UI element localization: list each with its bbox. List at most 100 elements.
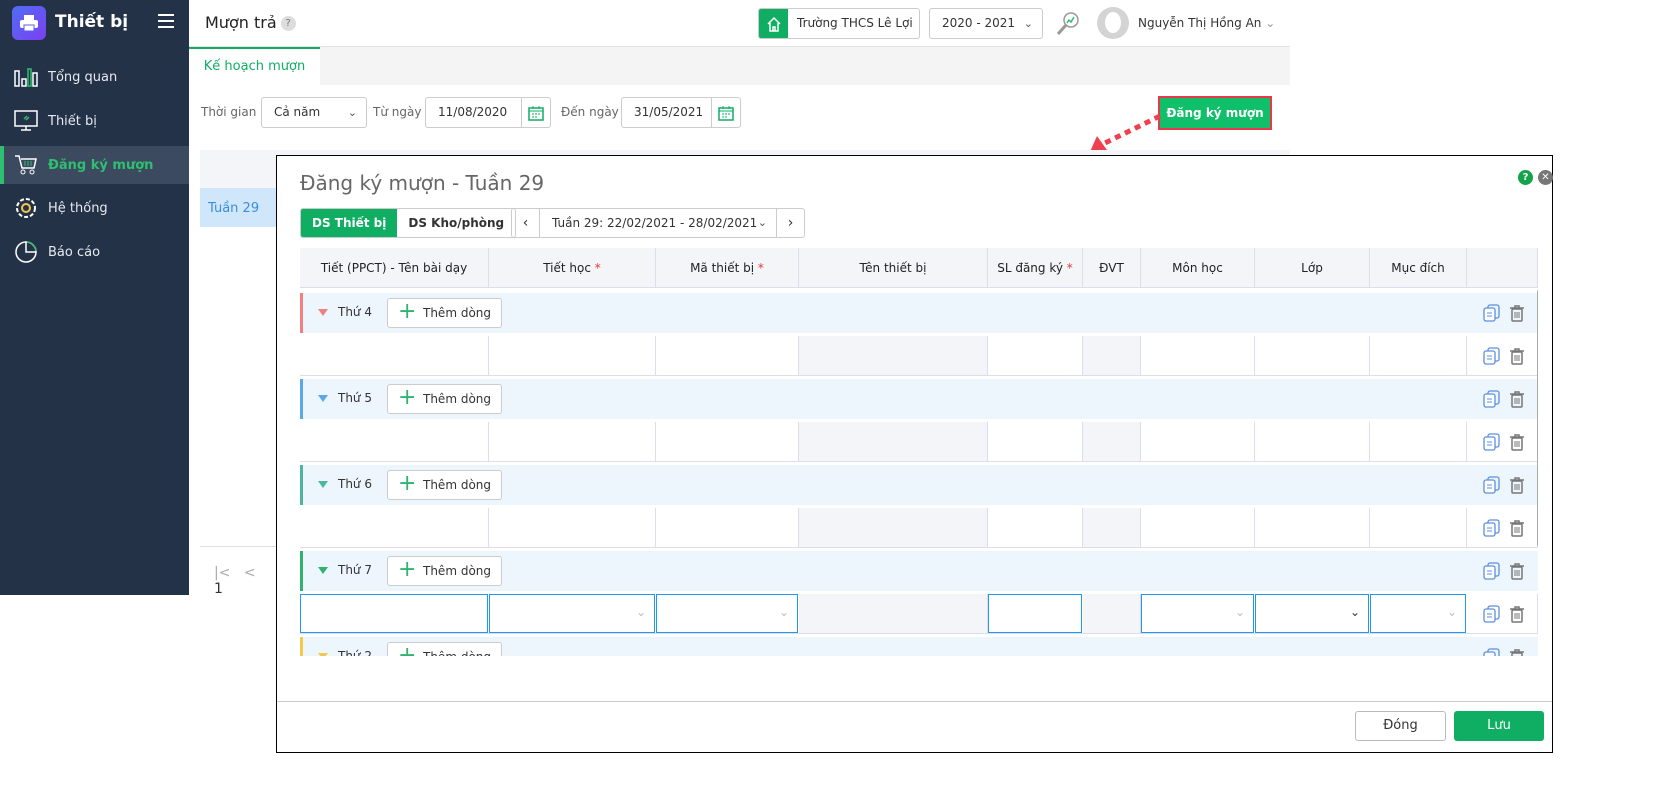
copy-icon[interactable] bbox=[1483, 476, 1501, 498]
add-row-button[interactable]: + Thêm dòng bbox=[387, 642, 502, 656]
sidebar-item-reports[interactable]: Báo cáo bbox=[0, 233, 189, 271]
trash-icon[interactable] bbox=[1509, 476, 1525, 498]
add-row-button[interactable]: + Thêm dòng bbox=[387, 298, 502, 328]
calendar-icon[interactable] bbox=[711, 98, 740, 127]
sidebar-item-devices[interactable]: Thiết bị bbox=[0, 102, 189, 140]
trash-icon[interactable] bbox=[1509, 433, 1525, 455]
grid-cell[interactable] bbox=[300, 508, 489, 547]
day-group-row: Thứ 6 + Thêm dòng bbox=[300, 465, 1538, 505]
prev-week-button[interactable]: ‹ bbox=[512, 209, 539, 237]
grid-cell[interactable] bbox=[988, 422, 1083, 461]
register-borrow-button[interactable]: Đăng ký mượn bbox=[1158, 96, 1272, 130]
collapse-triangle-icon[interactable] bbox=[318, 653, 328, 656]
trash-icon[interactable] bbox=[1509, 605, 1525, 627]
next-week-button[interactable]: › bbox=[777, 209, 804, 237]
grid-cell[interactable] bbox=[1370, 336, 1467, 375]
collapse-triangle-icon[interactable] bbox=[318, 567, 328, 574]
calendar-icon[interactable] bbox=[521, 98, 550, 127]
copy-icon[interactable] bbox=[1483, 605, 1501, 627]
sidebar-item-system[interactable]: Hệ thống bbox=[0, 189, 189, 227]
add-row-button[interactable]: + Thêm dòng bbox=[387, 556, 502, 586]
add-row-button[interactable]: + Thêm dòng bbox=[387, 384, 502, 414]
week-select[interactable]: Tuần 29: 22/02/2021 - 28/02/2021 ⌄ bbox=[539, 209, 777, 237]
copy-icon[interactable] bbox=[1483, 390, 1501, 412]
top-bar: Mượn trả? Trường THCS Lê Lợi 2020 - 2021… bbox=[189, 0, 1290, 47]
copy-icon[interactable] bbox=[1483, 562, 1501, 584]
scrollbar[interactable] bbox=[1537, 288, 1538, 548]
grid-cell[interactable] bbox=[988, 594, 1082, 633]
to-date-input[interactable]: 31/05/2021 bbox=[621, 97, 741, 128]
search-analytics-icon[interactable] bbox=[1055, 11, 1081, 41]
copy-icon[interactable] bbox=[1483, 433, 1501, 455]
trash-icon[interactable] bbox=[1509, 562, 1525, 584]
save-button[interactable]: Lưu bbox=[1454, 711, 1544, 741]
page-number[interactable]: 1 bbox=[214, 581, 223, 597]
grid-cell[interactable] bbox=[988, 336, 1083, 375]
chevron-down-icon: ⌄ bbox=[757, 216, 767, 229]
time-select[interactable]: Cả năm ⌄ bbox=[261, 97, 367, 128]
grid-cell[interactable]: ⌄ bbox=[1370, 594, 1466, 633]
collapse-triangle-icon[interactable] bbox=[318, 395, 328, 402]
copy-icon[interactable] bbox=[1483, 519, 1501, 541]
row-actions bbox=[1483, 605, 1525, 627]
data-row bbox=[300, 336, 1538, 376]
grid-cell[interactable]: ⌄ bbox=[1141, 594, 1254, 633]
grid-cell[interactable] bbox=[1255, 336, 1370, 375]
help-icon[interactable]: ? bbox=[1518, 170, 1533, 185]
segment-devices[interactable]: DS Thiết bị bbox=[301, 209, 398, 237]
trash-icon[interactable] bbox=[1509, 347, 1525, 369]
collapse-triangle-icon[interactable] bbox=[318, 309, 328, 316]
user-menu[interactable]: Nguyễn Thị Hồng An ⌄ bbox=[1138, 16, 1275, 30]
sidebar-item-register[interactable]: Đăng ký mượn bbox=[0, 146, 189, 184]
week-row[interactable]: Tuần 29 bbox=[200, 188, 277, 227]
from-date-input[interactable]: 11/08/2020 bbox=[425, 97, 551, 128]
grid-cell[interactable] bbox=[489, 508, 656, 547]
close-icon[interactable]: ✕ bbox=[1538, 170, 1553, 185]
day-color-bar bbox=[300, 551, 303, 591]
grid-cell[interactable] bbox=[489, 336, 656, 375]
grid-cell[interactable] bbox=[656, 422, 799, 461]
trash-icon[interactable] bbox=[1509, 390, 1525, 412]
day-label: Thứ 2 bbox=[338, 649, 372, 656]
grid-cell[interactable] bbox=[988, 508, 1083, 547]
add-row-button[interactable]: + Thêm dòng bbox=[387, 470, 502, 500]
segment-rooms[interactable]: DS Kho/phòng bbox=[397, 209, 515, 237]
copy-icon[interactable] bbox=[1483, 347, 1501, 369]
trash-icon[interactable] bbox=[1509, 648, 1525, 656]
prev-page-icon[interactable]: < bbox=[244, 565, 256, 581]
grid-cell bbox=[799, 422, 988, 461]
hamburger-menu-icon[interactable] bbox=[158, 14, 174, 28]
first-page-icon[interactable]: |< bbox=[214, 565, 230, 581]
trash-icon[interactable] bbox=[1509, 304, 1525, 326]
grid-cell[interactable] bbox=[1370, 508, 1467, 547]
grid-cell[interactable] bbox=[1255, 508, 1370, 547]
grid-cell[interactable]: ⌄ bbox=[656, 594, 798, 633]
grid-cell[interactable] bbox=[656, 336, 799, 375]
grid-cell[interactable] bbox=[1141, 422, 1255, 461]
grid-cell[interactable] bbox=[300, 422, 489, 461]
collapse-triangle-icon[interactable] bbox=[318, 481, 328, 488]
grid-cell[interactable] bbox=[300, 594, 488, 633]
grid-cell[interactable] bbox=[656, 508, 799, 547]
grid-cell[interactable] bbox=[1141, 336, 1255, 375]
grid-cell[interactable]: ⌄ bbox=[489, 594, 655, 633]
column-header-label: Lớp bbox=[1301, 261, 1323, 275]
sidebar-item-overview[interactable]: Tổng quan bbox=[0, 58, 189, 96]
copy-icon[interactable] bbox=[1483, 304, 1501, 326]
tab-borrow-plan[interactable]: Kế hoạch mượn bbox=[189, 47, 320, 85]
user-name: Nguyễn Thị Hồng An bbox=[1138, 16, 1262, 30]
year-select[interactable]: 2020 - 2021 ⌄ bbox=[929, 8, 1043, 39]
school-selector[interactable]: Trường THCS Lê Lợi bbox=[758, 8, 920, 39]
home-icon bbox=[759, 9, 788, 38]
trash-icon[interactable] bbox=[1509, 519, 1525, 541]
grid-cell[interactable] bbox=[300, 336, 489, 375]
close-button[interactable]: Đóng bbox=[1355, 711, 1446, 741]
grid-cell[interactable] bbox=[489, 422, 656, 461]
grid-cell[interactable] bbox=[1141, 508, 1255, 547]
copy-icon[interactable] bbox=[1483, 648, 1501, 656]
grid-cell[interactable] bbox=[1370, 422, 1467, 461]
help-icon[interactable]: ? bbox=[280, 16, 296, 31]
grid-cell[interactable]: ⌄ bbox=[1255, 594, 1369, 633]
avatar[interactable] bbox=[1097, 7, 1129, 39]
grid-cell[interactable] bbox=[1255, 422, 1370, 461]
